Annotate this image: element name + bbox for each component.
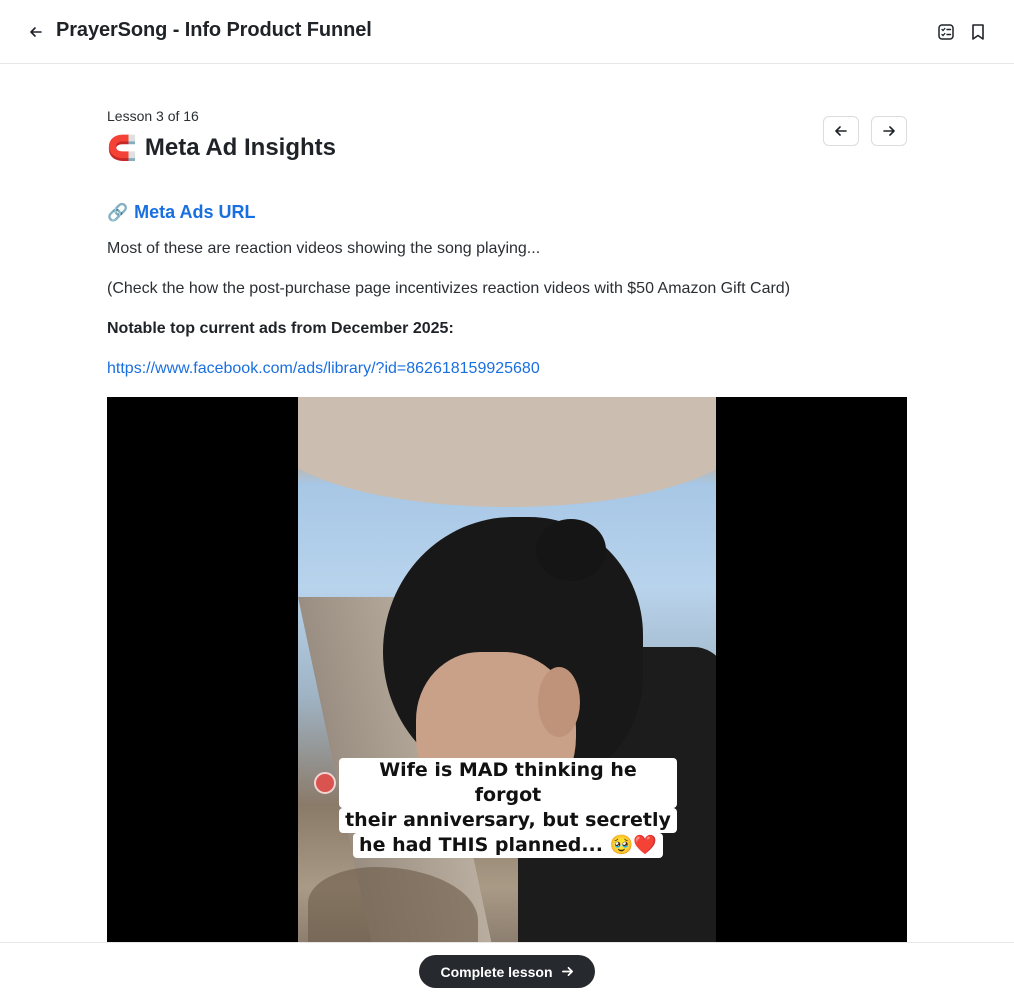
meta-ads-url-link[interactable]: 🔗 Meta Ads URL [107,202,256,223]
bookmark-button[interactable] [968,22,988,42]
ad-library-link[interactable]: https://www.facebook.com/ads/library/?id… [107,360,540,378]
arrow-left-icon [30,27,42,37]
back-button[interactable] [26,22,46,42]
meta-ads-url-label: Meta Ads URL [134,202,256,222]
next-lesson-button[interactable] [871,116,907,146]
arrow-right-icon [561,966,573,977]
paragraph-reaction-videos: Most of these are reaction videos showin… [107,240,541,257]
complete-lesson-button[interactable]: Complete lesson [419,955,595,988]
bookmark-icon [972,24,984,40]
course-title: PrayerSong - Info Product Funnel [56,19,372,41]
video-player[interactable]: Wife is MAD thinking he forgot their ann… [107,397,907,942]
person-hair-bun [536,519,606,581]
video-frame: Wife is MAD thinking he forgot their ann… [298,397,716,942]
caption-line-3: he had THIS planned... 🥹❤️ [353,833,663,858]
car-roof [298,397,716,507]
previous-lesson-button[interactable] [823,116,859,146]
contents-button[interactable] [936,22,956,42]
lesson-counter: Lesson 3 of 16 [107,108,199,124]
lesson-title-text: Meta Ad Insights [144,134,337,161]
caption-line-1: Wife is MAD thinking he forgot [339,758,677,808]
complete-lesson-label: Complete lesson [440,963,553,980]
video-caption: Wife is MAD thinking he forgot their ann… [339,758,677,858]
list-checks-icon [938,24,954,40]
arrow-left-icon [835,126,847,136]
caption-line-2: their anniversary, but secretly [339,808,677,833]
top-bar: PrayerSong - Info Product Funnel [0,0,1014,64]
arrow-right-icon [883,126,895,136]
paragraph-notable-ads: Notable top current ads from December 20… [107,320,454,337]
link-icon: 🔗 [107,202,129,223]
stop-sign [314,772,336,794]
lesson-title: 🧲 Meta Ad Insights [107,134,336,162]
person-ear [538,667,580,737]
paragraph-gift-card: (Check the how the post-purchase page in… [107,280,791,297]
magnet-icon: 🧲 [107,134,137,162]
